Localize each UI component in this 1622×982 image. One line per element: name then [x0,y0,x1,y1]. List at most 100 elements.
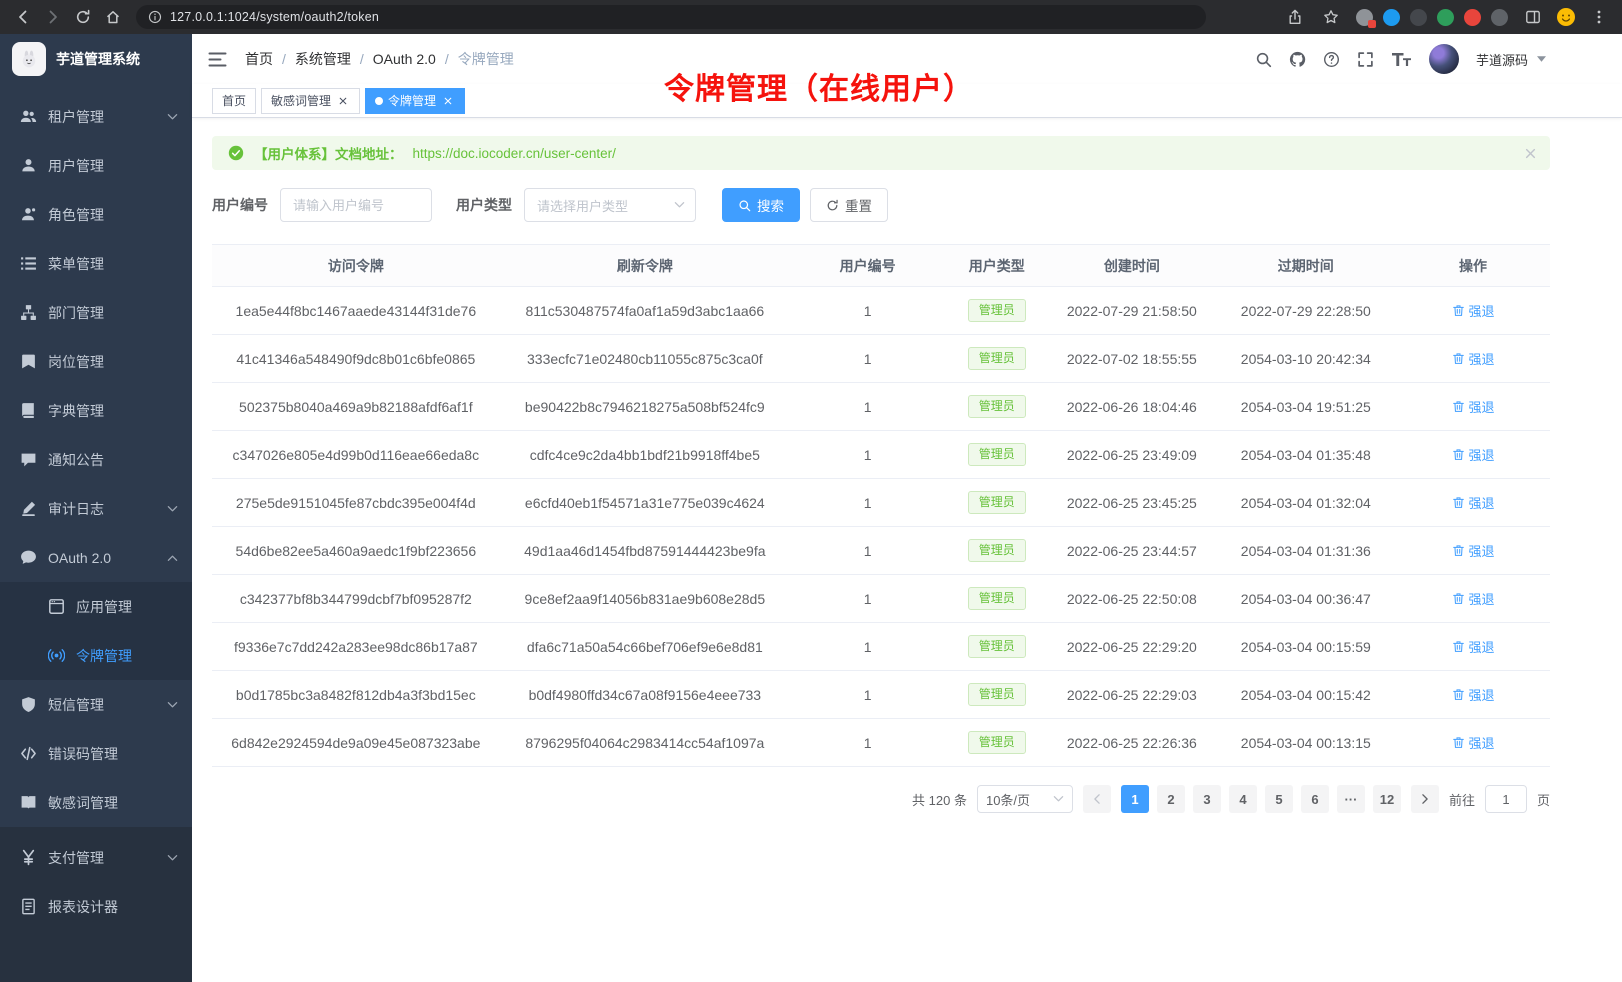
sidebar-item-audit-log[interactable]: 审计日志 [0,484,192,533]
sidebar-item-post[interactable]: 岗位管理 [0,337,192,386]
bookmark-button[interactable] [1318,4,1344,30]
sidebar-item-role[interactable]: 角色管理 [0,190,192,239]
help-icon[interactable] [1323,51,1340,68]
extension-gray-icon[interactable] [1491,9,1508,26]
page-button[interactable]: 1 [1121,785,1149,813]
pagination-pages: 123456···12 [1121,785,1401,813]
user-avatar[interactable] [1429,44,1459,74]
tab-close-button[interactable] [441,94,455,108]
cell-action: 强退 [1396,671,1550,719]
cell-user-type: 管理员 [945,623,1048,671]
page-button[interactable]: 4 [1229,785,1257,813]
force-logout-button[interactable]: 强退 [1452,445,1495,464]
user-type-select[interactable]: 请选择用户类型 [524,188,696,222]
force-logout-button[interactable]: 强退 [1452,397,1495,416]
next-page-button[interactable] [1411,785,1439,813]
sidebar-item-notice[interactable]: 通知公告 [0,435,192,484]
force-logout-button[interactable]: 强退 [1452,733,1495,752]
sidebar-item-oauth2[interactable]: OAuth 2.0 [0,533,192,582]
force-logout-button[interactable]: 强退 [1452,589,1495,608]
goto-page-input[interactable] [1485,785,1527,813]
force-logout-button[interactable]: 强退 [1452,541,1495,560]
app-logo[interactable]: 芋道管理系统 [0,34,192,84]
force-logout-button[interactable]: 强退 [1452,493,1495,512]
book2-icon [20,794,37,811]
force-logout-button[interactable]: 强退 [1452,349,1495,368]
trash-icon [1452,400,1465,413]
fullscreen-icon[interactable] [1357,51,1374,68]
search-button[interactable]: 搜索 [722,188,800,222]
page-size-value: 10条/页 [986,790,1030,809]
sidebar-item-tenant[interactable]: 租户管理 [0,92,192,141]
sidebar-item-pay[interactable]: 支付管理 [0,833,192,882]
extension-green-icon[interactable] [1437,9,1454,26]
forward-button[interactable] [40,4,66,30]
share-button[interactable] [1282,4,1308,30]
tab-item[interactable]: 令牌管理 [365,88,465,114]
page-button[interactable]: 6 [1301,785,1329,813]
user-id-input[interactable] [280,188,432,222]
force-logout-button[interactable]: 强退 [1452,301,1495,320]
font-size-icon[interactable] [1391,51,1412,68]
alert-close-icon[interactable] [1525,148,1536,159]
alert-link[interactable]: https://doc.iocoder.cn/user-center/ [413,146,616,161]
page-more-button[interactable]: ··· [1337,785,1365,813]
hamburger-icon[interactable] [208,52,227,67]
force-logout-button[interactable]: 强退 [1452,637,1495,656]
home-button[interactable] [100,4,126,30]
breadcrumb-item[interactable]: OAuth 2.0 [373,51,436,67]
cell-created-time: 2022-06-25 22:26:36 [1048,719,1215,767]
sidebar-item-oauth2-token[interactable]: 令牌管理 [0,631,192,680]
table-row: 41c41346a548490f9dc8b01c6bfe0865 333ecfc… [212,335,1550,383]
github-icon[interactable] [1289,51,1306,68]
sidebar-item-dept[interactable]: 部门管理 [0,288,192,337]
sidebar-item-report-designer[interactable]: 报表设计器 [0,882,192,931]
prev-page-button[interactable] [1083,785,1111,813]
badge-icon [20,353,37,370]
page-button[interactable]: 3 [1193,785,1221,813]
chevron-left-icon [1092,794,1102,804]
sidebar-item-label: 部门管理 [48,303,178,323]
edit-icon [20,500,37,517]
extension-colorful-icon[interactable] [1464,9,1481,26]
screen: 127.0.0.1:1024/system/oauth2/token 芋道管理系… [0,0,1622,982]
page-size-select[interactable]: 10条/页 [977,785,1073,813]
extension-twitter-icon[interactable] [1383,9,1400,26]
side-panel-button[interactable] [1520,4,1546,30]
sidebar-item-label: 岗位管理 [48,352,178,372]
reset-button[interactable]: 重置 [810,188,888,222]
chevron-up-icon [167,554,178,562]
profile-avatar[interactable] [1556,7,1576,27]
cell-action: 强退 [1396,479,1550,527]
extension-puzzle-icon[interactable] [1356,9,1373,26]
back-button[interactable] [10,4,36,30]
address-bar[interactable]: 127.0.0.1:1024/system/oauth2/token [136,5,1206,29]
tab-item[interactable]: 首页 [212,88,256,114]
column-header: 刷新令牌 [500,245,790,287]
extension-dark-icon[interactable] [1410,9,1427,26]
sidebar-item-error-code[interactable]: 错误码管理 [0,729,192,778]
sidebar-item-sms[interactable]: 短信管理 [0,680,192,729]
sidebar-item-oauth2-app[interactable]: 应用管理 [0,582,192,631]
search-icon[interactable] [1255,51,1272,68]
tab-item[interactable]: 敏感词管理 [261,88,360,114]
chevron-down-icon [167,113,178,121]
sidebar-item-menu[interactable]: 菜单管理 [0,239,192,288]
caret-down-icon[interactable] [1537,56,1546,62]
sidebar-item-dict[interactable]: 字典管理 [0,386,192,435]
info-icon[interactable] [148,10,162,24]
page-button[interactable]: 12 [1373,785,1401,813]
force-logout-button[interactable]: 强退 [1452,685,1495,704]
browser-menu-button[interactable] [1586,4,1612,30]
page-button[interactable]: 2 [1157,785,1185,813]
page-button[interactable]: 5 [1265,785,1293,813]
breadcrumb-item[interactable]: 首页 [245,49,273,69]
sidebar-item-label: 报表设计器 [48,897,178,917]
sidebar-item-user[interactable]: 用户管理 [0,141,192,190]
user-name[interactable]: 芋道源码 [1476,50,1528,69]
share-icon [1287,9,1303,25]
breadcrumb-item[interactable]: 系统管理 [295,49,351,69]
tab-close-button[interactable] [336,94,350,108]
sidebar-item-sensitive-word[interactable]: 敏感词管理 [0,778,192,827]
reload-button[interactable] [70,4,96,30]
